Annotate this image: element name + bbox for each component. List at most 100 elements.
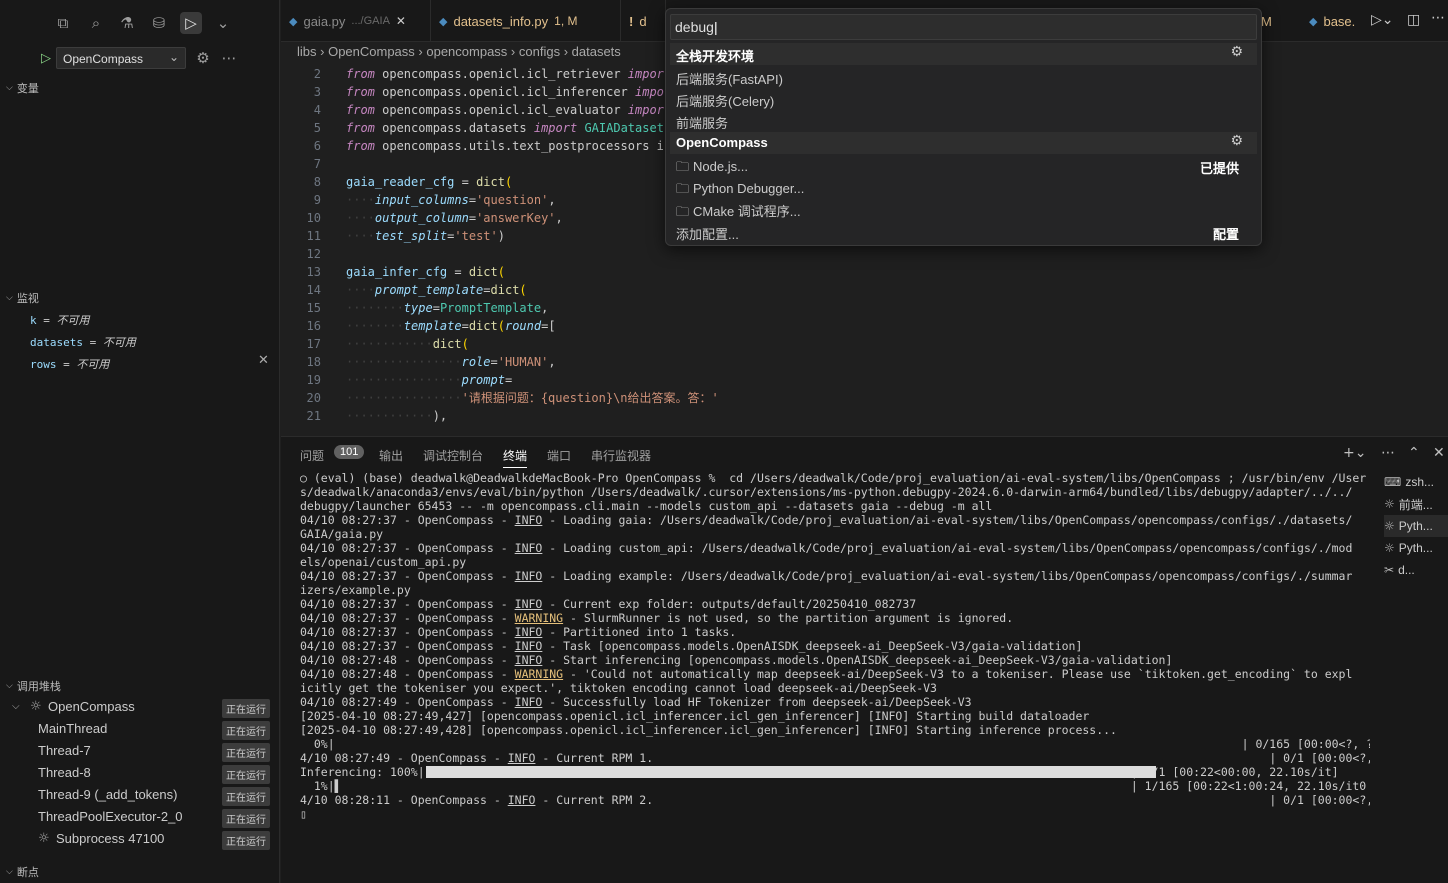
quick-pick-item[interactable]: 🗀 Node.js... 已提供: [670, 155, 1257, 177]
tab-problems[interactable]: 问题: [300, 447, 324, 464]
terminal-list-item[interactable]: ⌨ zsh...: [1384, 471, 1448, 493]
terminal-line: debugpy/launcher 65453 -- -m opencompass…: [300, 499, 993, 513]
call-stack-thread[interactable]: ThreadPoolExecutor-2_0 正在运行: [0, 806, 280, 828]
terminal-line: ○ (eval) (base) deadwalk@DeadwalkdeMacBo…: [300, 471, 1367, 485]
variables-section-header[interactable]: ⌵ 变量: [6, 80, 39, 96]
terminal-list-item[interactable]: ☼ Pyth...: [1384, 537, 1448, 559]
terminal-list-label: d...: [1398, 563, 1415, 577]
tab-debug-console[interactable]: 调试控制台: [423, 447, 483, 464]
terminal-line: s/deadwalk/anaconda3/envs/eval/bin/pytho…: [300, 485, 1353, 499]
copy-icon[interactable]: ⧉: [52, 12, 74, 34]
split-editor-icon[interactable]: ◫: [1407, 12, 1420, 28]
tab-datasets-info[interactable]: ◆ datasets_info.py 1, M: [431, 0, 621, 42]
call-stack-section-header[interactable]: ⌵ 调用堆栈: [6, 678, 61, 694]
terminal-line: 04/10 08:27:49 - OpenCompass - INFO - Su…: [300, 695, 972, 709]
watch-item[interactable]: rows = 不可用: [30, 356, 109, 372]
line-number: 2: [313, 67, 321, 81]
code-text: ········type=PromptTemplate,: [346, 301, 549, 315]
gear-icon[interactable]: ⚙: [192, 47, 214, 69]
tab-serial-monitor[interactable]: 串行监视器: [591, 447, 651, 464]
terminal-line: 1%|▌ | 1/165 [00:22<1:00:24, 22.10s/it0: [300, 779, 1367, 793]
terminal-line: GAIA/gaia.py: [300, 527, 384, 541]
flask-icon[interactable]: ⚗: [116, 12, 138, 34]
tools-icon: ✂: [1384, 563, 1395, 577]
search-icon[interactable]: ⌕: [85, 12, 107, 34]
more-icon[interactable]: ⋯: [218, 47, 240, 69]
call-stack-thread[interactable]: Thread-8 正在运行: [0, 762, 280, 784]
watch-item[interactable]: k = 不可用: [30, 312, 90, 328]
quick-pick-item[interactable]: 后端服务(FastAPI): [670, 66, 1257, 88]
call-stack-session[interactable]: ⌵ ☼ OpenCompass 正在运行: [0, 696, 280, 718]
problems-count-badge: 101: [334, 445, 365, 459]
tab-ports[interactable]: 端口: [547, 447, 571, 464]
line-number: 14: [306, 283, 321, 297]
code-text: from opencompass.datasets import GAIADat…: [346, 121, 664, 135]
quick-pick-item[interactable]: 🗀 CMake 调试程序...: [670, 198, 1257, 220]
database-icon[interactable]: ⛁: [148, 12, 170, 34]
gear-icon[interactable]: ⚙: [1230, 133, 1243, 149]
code-line: 19 ················prompt=: [281, 371, 1448, 389]
call-stack-subprocess[interactable]: ☼ Subprocess 47100 正在运行: [0, 828, 280, 850]
code-text: ····output_column='answerKey',: [346, 211, 563, 225]
terminal-output[interactable]: ○ (eval) (base) deadwalk@DeadwalkdeMacBo…: [300, 471, 1370, 821]
line-number: 16: [306, 319, 321, 333]
run-debug-icon[interactable]: ▷: [180, 12, 202, 34]
launch-config-select[interactable]: OpenCompass ⌄: [56, 47, 186, 69]
folder-icon: 🗀: [676, 205, 690, 220]
quick-pick-item[interactable]: 添加配置... 配置: [670, 221, 1257, 243]
folder-icon: 🗀: [676, 182, 690, 197]
close-icon[interactable]: ✕: [396, 14, 406, 28]
terminal-list-item[interactable]: ✂ d...: [1384, 559, 1448, 581]
tab-d[interactable]: ! d: [621, 0, 666, 42]
line-number: 5: [313, 121, 321, 135]
chevron-down-icon: ⌄: [168, 50, 179, 64]
quick-pick-item[interactable]: 全栈开发环境 ⚙: [670, 43, 1257, 65]
call-stack-thread[interactable]: Thread-9 (_add_tokens) 正在运行: [0, 784, 280, 806]
breadcrumb: libs › OpenCompass › opencompass › confi…: [297, 44, 621, 59]
more-icon[interactable]: ⋯: [1431, 10, 1445, 26]
chevron-down-icon: ⌵: [12, 701, 20, 712]
terminal-list-label: Pyth...: [1398, 519, 1433, 533]
terminal-list-item[interactable]: ☼ 前端...: [1384, 493, 1448, 515]
call-stack-thread[interactable]: Thread-7 正在运行: [0, 740, 280, 762]
terminal-line: 04/10 08:27:37 - OpenCompass - INFO - Cu…: [300, 597, 917, 611]
quick-pick-item[interactable]: 前端服务: [670, 110, 1257, 132]
quick-pick-detail: 已提供: [1199, 161, 1239, 176]
maximize-panel-icon[interactable]: ⌃: [1408, 445, 1420, 461]
terminal-line: 04/10 08:27:37 - OpenCompass - INFO - Pa…: [300, 625, 737, 639]
tab-terminal[interactable]: 终端: [503, 447, 528, 468]
code-text: ········template=dict(round=[: [346, 319, 556, 333]
watch-item[interactable]: datasets = 不可用: [30, 334, 136, 350]
tab-gaia[interactable]: ◆ gaia.py .../GAIA ✕: [281, 0, 431, 42]
tab-base[interactable]: ◆ base.: [1301, 0, 1371, 42]
terminal-line: els/openai/custom_api.py: [300, 555, 467, 569]
close-icon[interactable]: ✕: [258, 353, 269, 368]
line-number: 13: [306, 265, 321, 279]
add-terminal-icon[interactable]: +⌄: [1343, 445, 1366, 461]
tab-output[interactable]: 输出: [379, 447, 403, 464]
terminal-line: icitly get the tokeniser you expect.', t…: [300, 681, 937, 695]
code-text: gaia_infer_cfg = dict(: [346, 265, 505, 279]
run-debug-icon[interactable]: ▷⌄: [1371, 12, 1394, 28]
terminal-list-label: Pyth...: [1398, 541, 1433, 555]
python-icon: ◆: [289, 14, 298, 28]
code-line: 20 ················'请根据问题：{question}\n给出答…: [281, 389, 1448, 407]
quick-pick-item[interactable]: 后端服务(Celery): [670, 88, 1257, 110]
terminal-line: 4/10 08:28:11 - OpenCompass - INFO - Cur…: [300, 793, 1370, 807]
breakpoints-section-header[interactable]: ⌵ 断点: [6, 864, 39, 880]
terminal-line: ▯: [300, 807, 307, 821]
quick-pick-item[interactable]: 🗀 Python Debugger...: [670, 177, 1257, 199]
quick-pick-input[interactable]: debug|: [670, 14, 1257, 40]
inference-progress-bar: [426, 766, 1156, 778]
code-text: ················prompt=: [346, 373, 513, 387]
close-icon[interactable]: ✕: [1433, 445, 1445, 461]
more-icon[interactable]: ⋯: [1381, 445, 1395, 461]
watch-section-header[interactable]: ⌵ 监视: [6, 290, 39, 306]
terminal-line: 04/10 08:27:37 - OpenCompass - INFO - Lo…: [300, 541, 1353, 555]
call-stack-thread[interactable]: MainThread 正在运行: [0, 718, 280, 740]
quick-pick-item[interactable]: OpenCompass ⚙: [670, 132, 1257, 154]
chevron-down-icon[interactable]: ⌄: [212, 12, 234, 34]
gear-icon[interactable]: ⚙: [1230, 44, 1243, 60]
terminal-list-item[interactable]: ☼ Pyth...: [1384, 515, 1448, 537]
start-debugging-button[interactable]: ▷: [36, 47, 56, 69]
